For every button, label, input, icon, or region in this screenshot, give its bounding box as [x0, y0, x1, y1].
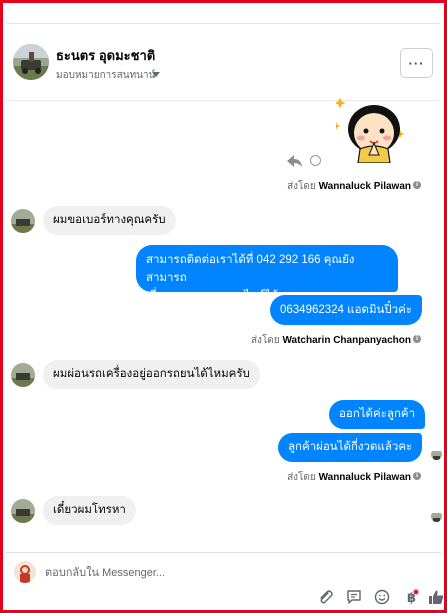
incoming-message[interactable]: ผมขอเบอร์ทางคุณครับ	[43, 206, 176, 235]
emoji-icon[interactable]	[374, 589, 390, 605]
message-composer: ตอบกลับใน Messenger... ฿	[6, 552, 444, 610]
paperclip-icon[interactable]	[317, 589, 333, 605]
read-receipt-avatar	[431, 449, 442, 460]
message-line: สามารถติดต่อเราได้ที่ 042 292 166 คุณยัง…	[146, 254, 355, 284]
info-icon[interactable]: i	[413, 335, 421, 343]
baht-icon[interactable]: ฿	[403, 589, 419, 606]
react-emoji-icon[interactable]	[310, 155, 321, 166]
reply-icon[interactable]	[287, 154, 303, 172]
quick-reply-icon[interactable]	[346, 589, 362, 605]
incoming-message[interactable]: เดี๋ยวผมโทรหา	[43, 496, 136, 525]
chevron-down-icon[interactable]	[152, 72, 160, 77]
sent-by-label: ส่งโดย Wannaluck Pilawan	[287, 472, 411, 483]
assign-conversation-dropdown[interactable]: มอบหมายการสนทนาน์	[56, 68, 155, 83]
thumbs-up-icon[interactable]	[428, 589, 444, 605]
outgoing-message[interactable]: 0634962324 แอดมินปิ๋วค่ะ	[270, 295, 423, 325]
incoming-message[interactable]: ผมผ่อนรถเครื่องอยู่ออกรถยนได้ไหมครับ	[43, 360, 260, 389]
sent-by-label: ส่งโดย Watcharin Chanpanyachon	[250, 335, 411, 346]
conversation-header: ธะนตร อุดมะชาติ มอบหมายการสนทนาน์ ···	[6, 24, 441, 101]
contact-name[interactable]: ธะนตร อุดมะชาติ	[56, 45, 155, 66]
contact-avatar-small	[11, 209, 35, 233]
info-icon[interactable]: i	[413, 472, 421, 480]
more-options-button[interactable]: ···	[400, 48, 433, 78]
contact-avatar[interactable]	[13, 44, 49, 80]
sent-by-label: ส่งโดย Wannaluck Pilawan	[287, 181, 411, 192]
read-receipt-avatar	[431, 511, 442, 522]
inbox-conversation-panel: ธะนตร อุดมะชาติ มอบหมายการสนทนาน์ ··· ส่…	[0, 0, 447, 613]
outgoing-message[interactable]: ลูกค้าผ่อนได้กี่งวดแล้วคะ	[278, 433, 423, 462]
page-avatar	[14, 561, 36, 583]
girl-praying-sticker	[331, 97, 410, 164]
outgoing-message[interactable]: สามารถติดต่อเราได้ที่ 042 292 166 คุณยัง…	[136, 245, 398, 302]
contact-avatar-small	[11, 499, 35, 523]
info-icon[interactable]: i	[413, 181, 421, 189]
outgoing-message[interactable]: ออกได้ค่ะลูกค้า	[329, 400, 426, 429]
contact-avatar-small	[11, 363, 35, 387]
reply-input[interactable]: ตอบกลับใน Messenger...	[45, 563, 165, 581]
